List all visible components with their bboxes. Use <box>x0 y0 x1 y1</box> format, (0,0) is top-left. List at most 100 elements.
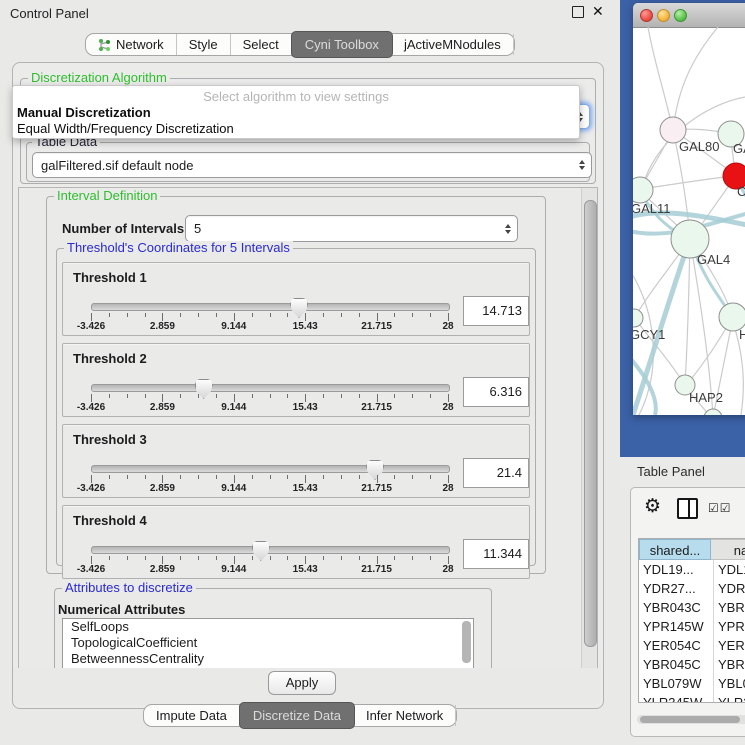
top-tab[interactable]: Cyni Toolbox <box>291 31 393 58</box>
threshold-value-field[interactable]: 14.713 <box>463 296 529 326</box>
num-intervals-value: 5 <box>194 221 201 236</box>
horizontal-scrollbar-thumb[interactable] <box>640 716 740 723</box>
threshold-slider[interactable] <box>91 465 450 473</box>
vertical-scrollbar[interactable] <box>581 188 597 669</box>
network-node-label: GCY1 <box>633 327 665 342</box>
num-intervals-combo[interactable]: 5 <box>185 215 518 242</box>
axis-tick-label: 28 <box>442 402 453 413</box>
bottom-tab[interactable]: Impute Data <box>144 705 240 726</box>
tick-mark <box>180 475 181 479</box>
tick-mark <box>127 556 128 560</box>
table-cell[interactable]: YLR345W <box>639 693 714 703</box>
tick-mark <box>145 313 146 317</box>
network-canvas[interactable]: GAL80GACGAL11GAL4GCY1HAHAP2 <box>633 27 745 415</box>
network-edge[interactable] <box>673 27 718 130</box>
table-cell[interactable]: YBR045C <box>639 655 714 674</box>
table-cell[interactable]: YBR043C <box>639 598 714 617</box>
top-tab[interactable]: Style <box>177 34 231 55</box>
column-header-shared[interactable]: shared... <box>639 539 711 560</box>
top-tab[interactable]: jActiveMNodules <box>392 34 514 55</box>
vertical-scrollbar-thumb[interactable] <box>584 200 597 647</box>
network-window-titlebar[interactable] <box>633 3 745 28</box>
columns-icon[interactable] <box>677 498 698 519</box>
table-cell[interactable]: YBL0 <box>714 674 745 693</box>
table-row[interactable]: YDL19... YDL1 <box>639 560 745 579</box>
table-cell[interactable]: YDR27... <box>639 579 714 598</box>
table-cell[interactable]: YBR0 <box>714 598 745 617</box>
table-cell[interactable]: YER054C <box>639 636 714 655</box>
float-window-icon[interactable] <box>572 6 584 18</box>
network-node-label: GAL11 <box>633 201 671 216</box>
dropdown-option[interactable]: Equal Width/Frequency Discretization <box>13 121 579 137</box>
threshold-rows: Threshold 1 -3.4262.8599.14415.4321.7152… <box>62 262 530 586</box>
tick-mark <box>359 313 360 317</box>
column-header-name[interactable]: na <box>711 539 745 560</box>
top-tab[interactable]: Network <box>86 34 177 55</box>
axis-labels: -3.4262.8599.14415.4321.71528 <box>91 321 448 332</box>
minimize-traffic-light-icon[interactable] <box>657 9 670 22</box>
dropdown-option[interactable]: Manual Discretization <box>13 105 579 121</box>
list-scrollbar-thumb[interactable] <box>462 621 471 663</box>
table-cell[interactable]: YPR1 <box>714 617 745 636</box>
table-row[interactable]: YBR045C YBR0 <box>639 655 745 674</box>
network-edge[interactable] <box>648 27 673 130</box>
close-icon[interactable]: ✕ <box>592 3 604 20</box>
network-node[interactable] <box>704 409 722 415</box>
zoom-traffic-light-icon[interactable] <box>674 9 687 22</box>
top-tab[interactable]: Select <box>231 34 292 55</box>
attribute-list-item[interactable]: SelfLoops <box>63 619 473 635</box>
table-cell[interactable]: YLR3 <box>714 693 745 703</box>
threshold-label: Threshold 2 <box>73 351 147 366</box>
close-traffic-light-icon[interactable] <box>640 9 653 22</box>
tick-mark <box>448 556 449 564</box>
network-node[interactable] <box>633 177 653 203</box>
slider-ticks <box>91 556 448 564</box>
threshold-value-field[interactable]: 6.316 <box>463 377 529 407</box>
tick-mark <box>377 313 378 321</box>
bottom-tab[interactable]: Infer Network <box>354 705 456 726</box>
network-edge[interactable] <box>685 239 690 383</box>
tick-mark <box>412 394 413 398</box>
threshold-value-field[interactable]: 21.4 <box>463 458 529 488</box>
select-columns-checkboxes-icon[interactable]: ☑☑ <box>708 501 732 515</box>
table-row[interactable]: YLR345W YLR3 <box>639 693 745 703</box>
tick-mark <box>430 313 431 317</box>
axis-tick-label: 15.43 <box>293 483 318 494</box>
bottom-tab[interactable]: Discretize Data <box>239 702 355 729</box>
top-tab-label: Style <box>189 37 218 52</box>
network-edge[interactable] <box>633 269 653 415</box>
threshold-slider[interactable] <box>91 303 450 311</box>
network-node[interactable] <box>633 309 643 327</box>
combo-stepper-icon[interactable] <box>505 224 511 234</box>
table-cell[interactable]: YDL1 <box>714 560 745 579</box>
network-edge[interactable] <box>642 176 734 189</box>
table-cell[interactable]: YDR2 <box>714 579 745 598</box>
threshold-slider[interactable] <box>91 546 450 554</box>
table-cell[interactable]: YDL19... <box>639 560 714 579</box>
horizontal-scrollbar[interactable] <box>637 715 745 724</box>
axis-tick-label: 21.715 <box>361 483 392 494</box>
threshold-slider[interactable] <box>91 384 450 392</box>
tick-mark <box>394 475 395 479</box>
table-row[interactable]: YER054C YER0 <box>639 636 745 655</box>
tick-mark <box>198 556 199 560</box>
table-cell[interactable]: YBR0 <box>714 655 745 674</box>
gear-icon[interactable]: ⚙ <box>644 497 661 516</box>
tick-mark <box>162 394 163 402</box>
table-cell[interactable]: YER0 <box>714 636 745 655</box>
axis-tick-label: 28 <box>442 321 453 332</box>
threshold-value-field[interactable]: 11.344 <box>463 539 529 569</box>
table-row[interactable]: YPR145W YPR1 <box>639 617 745 636</box>
table-cell[interactable]: YBL079W <box>639 674 714 693</box>
bottom-tab-bar: Impute Data Discretize Data Infer Networ… <box>143 704 457 727</box>
table-data-combo[interactable]: galFiltered.sif default node <box>32 152 592 178</box>
combo-stepper-icon[interactable] <box>579 160 585 170</box>
attribute-list-item[interactable]: BetweennessCentrality <box>63 651 473 667</box>
tick-mark <box>359 475 360 479</box>
table-row[interactable]: YBR043C YBR0 <box>639 598 745 617</box>
table-cell[interactable]: YPR145W <box>639 617 714 636</box>
table-row[interactable]: YBL079W YBL0 <box>639 674 745 693</box>
attribute-list-item[interactable]: TopologicalCoefficient <box>63 635 473 651</box>
table-row[interactable]: YDR27... YDR2 <box>639 579 745 598</box>
apply-button[interactable]: Apply <box>268 671 336 695</box>
